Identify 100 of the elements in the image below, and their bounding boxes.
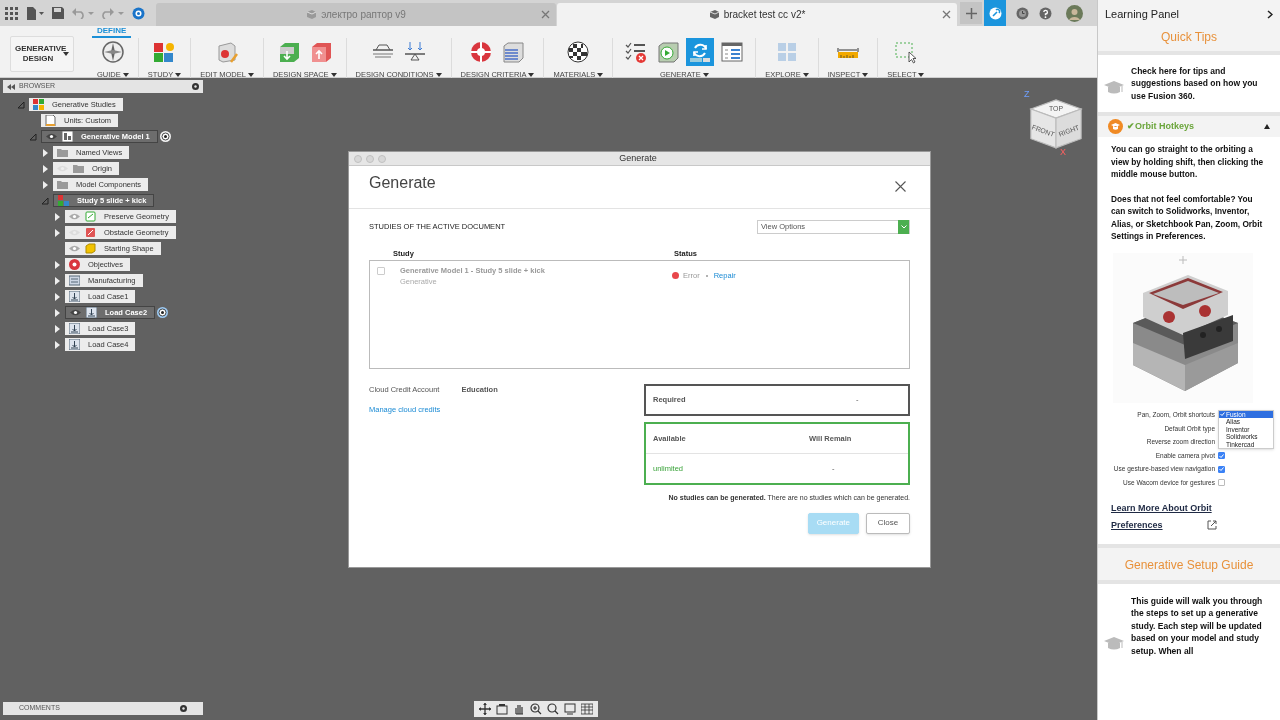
tree-node-icon	[45, 115, 56, 126]
eye-icon[interactable]	[46, 133, 57, 140]
tree-node-icon	[33, 99, 44, 110]
tree-node-icon	[85, 211, 96, 222]
tree-node-icon	[69, 291, 80, 302]
caret-icon	[63, 51, 69, 56]
expand-arrow-icon[interactable]	[53, 324, 61, 333]
checkmark-icon	[1219, 453, 1224, 458]
card-paragraph: You can go straight to the orbiting a view by holding shift, then clicking the middle mouse button.	[1111, 143, 1265, 181]
panel-title: Learning Panel	[1105, 7, 1179, 22]
layers-icon	[501, 40, 526, 64]
tree-node-icon	[57, 179, 68, 190]
tree-node-icon	[62, 131, 73, 142]
expand-arrow-icon[interactable]	[41, 180, 49, 189]
new-tab-button[interactable]	[960, 2, 982, 24]
graduation-cap-icon	[1103, 635, 1125, 651]
fit-icon[interactable]	[547, 703, 559, 715]
tree-node-icon	[58, 195, 69, 206]
axis-label: Z	[1024, 88, 1030, 101]
card-paragraph: Does that not feel comfortable? You can switch to Solidworks, Inventor, Alias, or Sketchbook Pan, Zoom, Orbit Settings in Preferences.	[1111, 192, 1264, 243]
checkmark-icon	[1219, 467, 1224, 472]
expand-arrow-icon[interactable]	[41, 148, 49, 157]
zoom-icon[interactable]	[530, 703, 542, 715]
play-box-icon	[656, 40, 681, 64]
graduation-badge-icon	[1108, 119, 1123, 134]
setting-checkbox[interactable]	[1218, 465, 1225, 473]
colored-squares-icon	[152, 40, 177, 64]
tree-node-icon	[57, 147, 68, 158]
setting-checkbox[interactable]	[1218, 479, 1225, 487]
tree-node-icon	[69, 339, 80, 350]
dialog-heading: Generate	[369, 173, 436, 193]
window-title: Generate	[618, 151, 658, 165]
pan-hand-icon[interactable]	[513, 703, 525, 715]
tree-node-icon	[69, 275, 80, 286]
workspace-switcher[interactable]: GENERATIVE DESIGN	[10, 35, 74, 72]
collapse-icon[interactable]	[7, 83, 15, 90]
tree-node-icon	[85, 243, 96, 254]
chevron-down-icon	[900, 225, 907, 229]
tree-node-icon	[73, 163, 84, 174]
checker-ball-icon	[566, 40, 591, 64]
file-menu-icon[interactable]	[26, 6, 44, 20]
section-heading: Quick Tips	[1160, 28, 1218, 46]
expand-arrow-icon[interactable]	[53, 260, 61, 269]
grid-icon[interactable]	[581, 703, 593, 715]
chevron-right-icon[interactable]	[1267, 9, 1273, 19]
pin-icon[interactable]	[180, 705, 187, 712]
load-arrows-icon	[402, 40, 427, 64]
display-icon[interactable]	[564, 703, 576, 715]
activate-radio-icon[interactable]	[157, 307, 169, 318]
tree-node-icon	[69, 323, 80, 334]
job-status-icon[interactable]	[132, 6, 145, 20]
activate-radio-icon[interactable]	[159, 131, 171, 142]
tip-text[interactable]: Check here for tips and suggestions based on how you use Fusion 360.	[1131, 64, 1275, 102]
expanded-arrow-icon[interactable]	[29, 132, 37, 141]
guide-text[interactable]: This guide will walk you through the steps to set up a generative study. Each step will be updated based on your model and study setup. When all	[1131, 594, 1275, 657]
cube-icon	[708, 9, 720, 20]
tab-title: bracket test cc v2*	[723, 8, 806, 22]
expand-arrow-icon[interactable]	[53, 308, 61, 317]
help-icon[interactable]	[1039, 6, 1052, 20]
expand-arrow-icon[interactable]	[53, 292, 61, 301]
compass-icon	[100, 40, 125, 64]
close-icon[interactable]	[895, 181, 906, 192]
avatar-icon[interactable]	[1066, 4, 1083, 22]
expanded-arrow-icon[interactable]	[41, 196, 49, 205]
eye-icon[interactable]	[70, 309, 81, 316]
move-icon[interactable]	[479, 703, 491, 715]
selection-box-icon	[893, 40, 918, 64]
clock-icon[interactable]	[1016, 6, 1029, 20]
close-icon[interactable]	[942, 10, 951, 19]
look-at-icon[interactable]	[496, 703, 508, 715]
section-heading: Generative Setup Guide	[1124, 557, 1254, 572]
target-icon	[469, 40, 494, 64]
extensions-button[interactable]	[984, 0, 1006, 26]
cube-icon	[306, 9, 318, 20]
pin-icon[interactable]	[192, 83, 199, 90]
checklist-error-icon	[624, 40, 649, 64]
expand-arrow-icon[interactable]	[53, 212, 61, 221]
study-checkbox[interactable]	[377, 267, 385, 275]
tree-node-icon	[86, 307, 97, 318]
plus-icon	[965, 7, 977, 19]
apps-grid-icon[interactable]	[5, 6, 18, 20]
tree-node-icon	[85, 227, 96, 238]
document-tab[interactable]: bracket test cc v2*	[557, 3, 957, 26]
close-button[interactable]: Close	[866, 512, 910, 534]
external-link-icon	[1207, 519, 1217, 530]
setting-checkbox[interactable]	[1218, 452, 1225, 460]
expanded-arrow-icon[interactable]	[17, 100, 25, 109]
wrench-icon	[988, 6, 1002, 20]
expand-arrow-icon[interactable]	[53, 228, 61, 237]
learn-more-link[interactable]: Learn More About Orbit Preferences	[1111, 499, 1241, 534]
expand-arrow-icon[interactable]	[53, 340, 61, 349]
save-icon[interactable]	[52, 7, 64, 19]
expand-arrow-icon[interactable]	[53, 276, 61, 285]
expand-arrow-icon[interactable]	[41, 164, 49, 173]
graduation-cap-icon	[1103, 79, 1125, 96]
tree-node-icon	[69, 259, 80, 270]
tab-title: электро раптор v9	[321, 8, 406, 22]
list-icon	[720, 40, 745, 64]
edit-model-icon	[215, 40, 240, 64]
axis-label: X	[1060, 146, 1066, 159]
